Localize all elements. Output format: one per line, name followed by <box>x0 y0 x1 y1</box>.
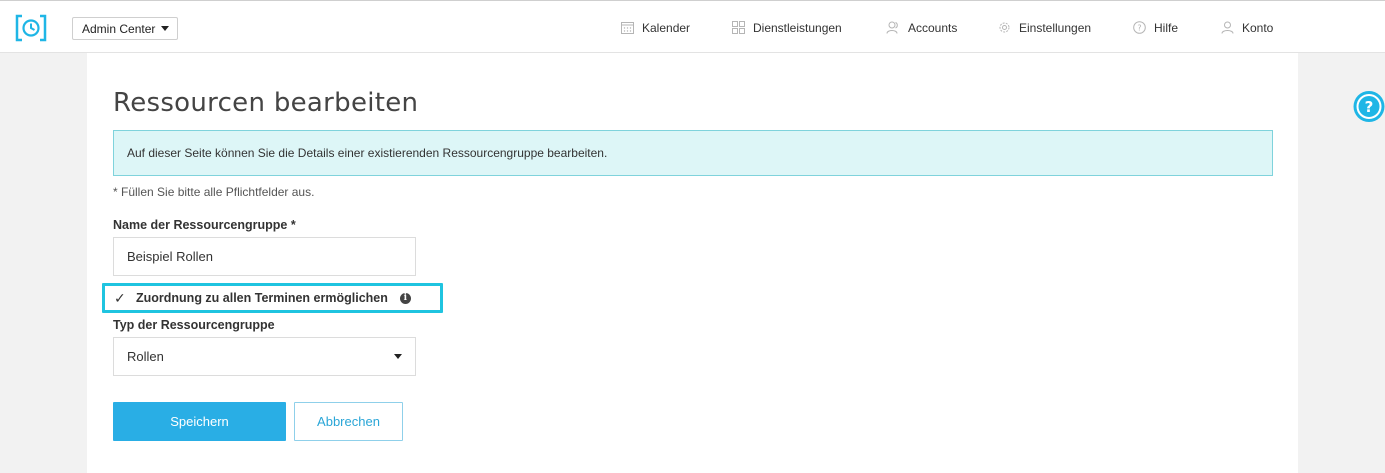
checkbox-label: Zuordnung zu allen Terminen ermöglichen <box>136 291 388 305</box>
user-icon <box>1221 21 1234 34</box>
nav-label: Einstellungen <box>1019 20 1092 35</box>
checkbox-checkmark-icon: ✓ <box>114 289 126 306</box>
assign-all-appointments-checkbox[interactable]: ✓ Zuordnung zu allen Terminen ermögliche… <box>102 283 443 313</box>
resource-group-type-select[interactable]: Rollen <box>113 337 416 376</box>
select-value: Rollen <box>127 349 164 364</box>
help-circle-icon: ? <box>1133 21 1146 34</box>
admin-center-dropdown[interactable]: Admin Center <box>72 17 179 40</box>
info-alert-text: Auf dieser Seite können Sie die Details … <box>127 146 608 160</box>
top-navigation-bar: Admin Center Kalender Dienstleistungen A… <box>0 0 1385 53</box>
nav-label: Kalender <box>642 20 691 35</box>
grid-icon <box>732 21 745 34</box>
nav-item-dienstleistungen[interactable]: Dienstleistungen <box>732 1 842 54</box>
svg-text:?: ? <box>1137 23 1141 32</box>
users-icon <box>886 21 898 34</box>
nav-item-einstellungen[interactable]: Einstellungen <box>998 1 1091 54</box>
nav-label: Hilfe <box>1154 20 1179 35</box>
floating-help-icon[interactable]: ? <box>1352 90 1385 123</box>
nav-label: Konto <box>1242 20 1274 35</box>
app-logo-clock-icon[interactable] <box>15 14 47 42</box>
gear-icon <box>999 22 1010 33</box>
caret-down-icon <box>161 26 170 31</box>
admin-center-label: Admin Center <box>82 21 156 36</box>
nav-item-konto[interactable]: Konto <box>1221 1 1273 54</box>
cancel-button[interactable]: Abbrechen <box>294 402 403 441</box>
svg-text:?: ? <box>1365 98 1374 116</box>
nav-item-kalender[interactable]: Kalender <box>621 1 690 54</box>
calendar-icon <box>621 22 634 34</box>
nav-label: Accounts <box>908 20 958 35</box>
caret-down-icon <box>394 354 402 359</box>
page-title: Ressourcen bearbeiten <box>113 88 419 118</box>
save-button[interactable]: Speichern <box>113 402 286 441</box>
required-fields-note: * Füllen Sie bitte alle Pflichtfelder au… <box>113 185 315 199</box>
nav-label: Dienstleistungen <box>753 20 842 35</box>
nav-item-hilfe[interactable]: ? Hilfe <box>1133 1 1178 54</box>
nav-item-accounts[interactable]: Accounts <box>886 1 957 54</box>
name-field-label: Name der Ressourcengruppe * <box>113 218 296 232</box>
type-field-label: Typ der Ressourcengruppe <box>113 318 275 332</box>
resource-group-name-input[interactable] <box>113 237 416 276</box>
info-icon[interactable]: i <box>399 292 411 304</box>
info-alert: Auf dieser Seite können Sie die Details … <box>113 130 1273 176</box>
